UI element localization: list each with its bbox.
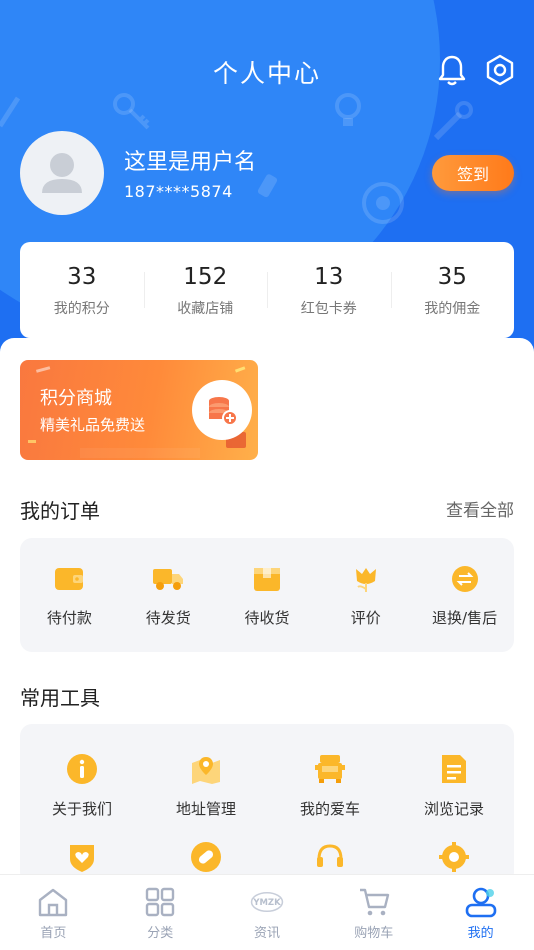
checkin-button[interactable]: 签到 [432,155,514,191]
pill-icon [189,840,223,874]
home-icon [36,885,70,919]
stat-points[interactable]: 33 我的积分 [20,242,144,338]
cog-icon [437,840,471,874]
wheel-decor-icon [360,180,406,236]
phone-number: 187****5874 [124,182,233,201]
tool-label: 关于我们 [51,800,112,818]
bottom-tab-bar: 首页 分类 YMZK 资讯 购物车 我的 [0,874,534,950]
exchange-icon [449,563,481,595]
headset-icon [313,840,347,874]
grid-icon [143,885,177,919]
tool-label: 我的爱车 [299,800,360,818]
order-label: 退换/售后 [432,609,498,627]
tools-card: 关于我们 地址管理 我的爱车 浏览记录 [20,724,514,884]
username: 这里是用户名 [124,150,257,175]
tab-news[interactable]: YMZK 资讯 [214,875,321,950]
stat-value: 33 [67,264,97,290]
order-label: 待收货 [244,609,290,627]
stats-card: 33 我的积分 152 收藏店铺 13 红包卡券 35 我的佣金 [20,242,514,338]
order-to-receive[interactable]: 待收货 [218,538,317,652]
stat-label: 我的积分 [53,301,110,317]
tool-item-7[interactable] [268,840,392,874]
stat-value: 35 [437,264,467,290]
tab-home[interactable]: 首页 [0,875,107,950]
order-label: 待付款 [46,609,92,627]
tool-label: 地址管理 [175,800,236,818]
ymzk-logo-icon: YMZK [250,885,284,919]
points-mall-banner[interactable]: 积分商城 精美礼品免费送 [20,360,258,460]
stat-value: 13 [314,264,344,290]
tool-item-8[interactable] [392,840,516,874]
wrench-decor-icon [430,100,474,154]
tab-label: 首页 [40,926,67,941]
tab-cart[interactable]: 购物车 [320,875,427,950]
stat-coupons[interactable]: 13 红包卡券 [267,242,391,338]
stat-value: 152 [183,264,228,290]
tab-label: 资讯 [253,926,280,941]
order-label: 评价 [350,609,381,627]
stat-label: 我的佣金 [424,301,481,317]
cart-icon [357,885,391,919]
bulb-decor-icon [328,90,368,140]
tool-about-us[interactable]: 关于我们 [20,752,144,819]
tab-label: 分类 [147,926,174,941]
order-to-review[interactable]: 评价 [316,538,415,652]
tool-address[interactable]: 地址管理 [144,752,268,819]
tool-item-6[interactable] [144,840,268,874]
spark-plug-decor-icon [250,170,280,220]
tab-mine[interactable]: 我的 [427,875,534,950]
tool-history[interactable]: 浏览记录 [392,752,516,819]
truck-front-icon [313,752,347,786]
gear-icon[interactable] [482,52,518,88]
tool-label: 浏览记录 [423,800,484,818]
user-icon [464,885,498,919]
order-after-sales[interactable]: 退换/售后 [415,538,514,652]
stat-label: 收藏店铺 [177,301,234,317]
order-pending-payment[interactable]: 待付款 [20,538,119,652]
flower-icon [350,563,382,595]
key-decor-icon [110,90,154,144]
top-bar: 个人中心 [0,48,534,92]
tab-label: 购物车 [354,926,394,941]
map-pin-icon [189,752,223,786]
wallet-icon [53,563,85,595]
tools-section-title: 常用工具 [20,686,100,710]
order-to-ship[interactable]: 待发货 [119,538,218,652]
order-label: 待发货 [145,609,191,627]
avatar[interactable] [20,131,104,215]
stat-commission[interactable]: 35 我的佣金 [390,242,515,338]
document-icon [437,752,471,786]
box-icon [251,563,283,595]
orders-card: 待付款 待发货 待收货 评价 退换/售后 [20,538,514,652]
heart-shield-icon [65,840,99,874]
coin-stack-icon [192,380,252,440]
stat-favorite-shops[interactable]: 152 收藏店铺 [143,242,268,338]
tool-decor-icon [0,90,24,140]
bell-icon[interactable] [434,52,470,88]
banner-subtitle: 精美礼品免费送 [40,416,146,434]
tab-label: 我的 [467,926,494,941]
orders-section-title: 我的订单 [20,499,100,523]
see-all-orders-link[interactable]: 查看全部 [446,496,514,521]
tab-category[interactable]: 分类 [107,875,214,950]
stat-label: 红包卡券 [300,301,357,317]
banner-title: 积分商城 [40,388,112,409]
ymzk-logo-text: YMZK [252,898,281,908]
tool-item-5[interactable] [20,840,144,874]
info-icon [65,752,99,786]
tool-my-car[interactable]: 我的爱车 [268,752,392,819]
truck-icon [152,563,184,595]
